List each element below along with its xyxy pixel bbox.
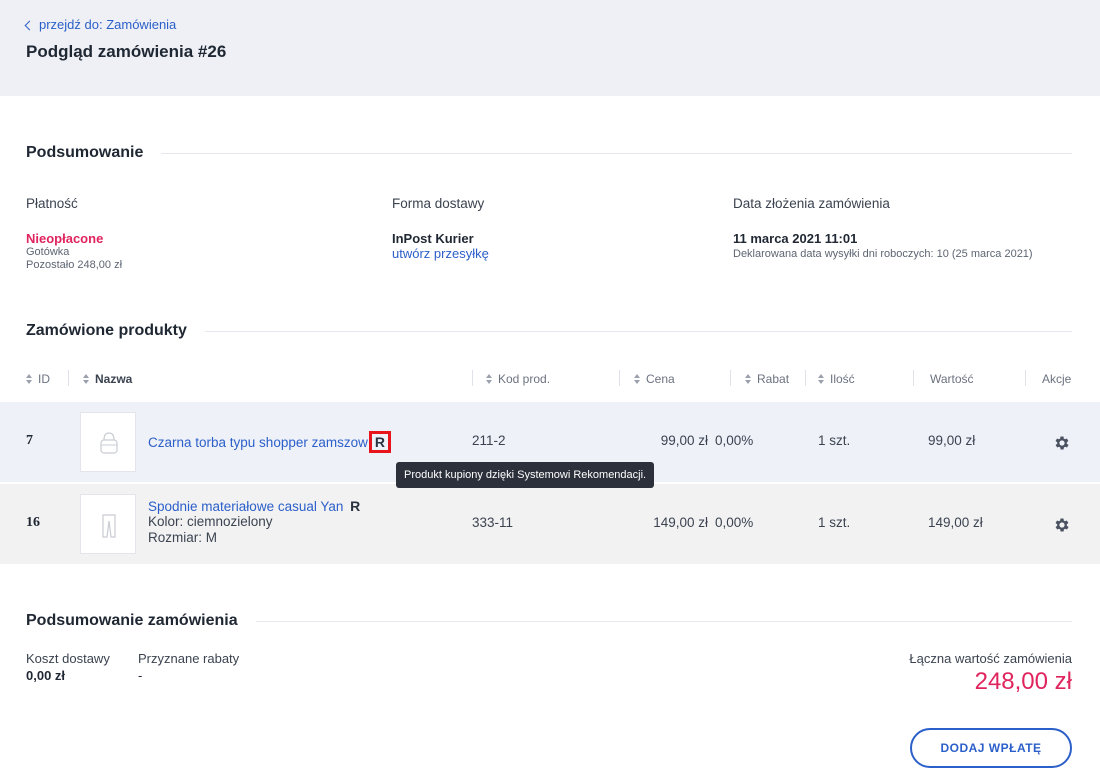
- section-divider: [161, 152, 1072, 154]
- product-id: 16: [26, 515, 40, 530]
- gear-icon[interactable]: [1053, 516, 1071, 534]
- product-thumbnail[interactable]: [80, 412, 136, 472]
- product-thumbnail[interactable]: [80, 494, 136, 554]
- page-header: przejdź do: Zamówienia Podgląd zamówieni…: [0, 0, 1100, 96]
- products-section-header: Zamówione produkty: [26, 322, 1072, 340]
- sort-icon: [634, 374, 640, 384]
- page-title: Podgląd zamówienia #26: [26, 42, 227, 61]
- product-price: 149,00 zł: [653, 515, 708, 530]
- delivery-info: Forma dostawy InPost Kurier utwórz przes…: [392, 196, 489, 261]
- total-value-label: Łączna wartość zamówienia: [909, 651, 1072, 666]
- order-date-info: Data złożenia zamówienia 11 marca 2021 1…: [733, 196, 1033, 261]
- product-code: 211-2: [472, 433, 506, 448]
- column-header-discount[interactable]: Rabat: [745, 372, 789, 386]
- trousers-icon: [102, 514, 116, 538]
- sort-icon: [818, 374, 824, 384]
- sort-icon: [26, 374, 32, 384]
- product-qty: 1 szt.: [818, 515, 851, 530]
- column-header-id[interactable]: ID: [26, 372, 50, 386]
- add-payment-button[interactable]: DODAJ WPŁATĘ: [910, 728, 1072, 768]
- product-price: 99,00 zł: [660, 433, 708, 448]
- sort-icon: [83, 374, 89, 384]
- payment-label: Płatność: [26, 196, 78, 211]
- total-value: 248,00 zł: [974, 668, 1072, 695]
- section-divider: [255, 620, 1072, 622]
- recommendation-badge[interactable]: R: [350, 498, 360, 514]
- product-value: 149,00 zł: [928, 515, 983, 530]
- product-variant-color: Kolor: ciemnozielony: [148, 514, 273, 529]
- create-shipment-link[interactable]: utwórz przesyłkę: [392, 246, 489, 261]
- column-header-price[interactable]: Cena: [634, 372, 675, 386]
- column-header-actions: Akcje: [1042, 372, 1072, 386]
- products-table-header: ID Nazwa Kod prod. Cena Rabat Ilość Wart…: [26, 366, 1072, 394]
- sort-icon: [486, 374, 492, 384]
- order-summary-title: Podsumowanie zamówienia: [26, 612, 238, 629]
- discounts-label: Przyznane rabaty: [138, 651, 240, 666]
- chevron-left-icon: [24, 20, 35, 30]
- product-discount: 0,00%: [715, 433, 754, 448]
- product-name-link[interactable]: Czarna torba typu shopper zamszow: [148, 435, 368, 450]
- order-date-label: Data złożenia zamówienia: [733, 196, 890, 211]
- sort-icon: [745, 374, 751, 384]
- payment-info: Płatność Nieopłacone Gotówka Pozostało 2…: [26, 196, 122, 272]
- order-summary-section-header: Podsumowanie zamówienia: [26, 612, 1072, 630]
- recommendation-tooltip: Produkt kupiony dzięki Systemowi Rekomen…: [396, 462, 655, 488]
- summary-title: Podsumowanie: [26, 144, 144, 161]
- delivery-carrier: InPost Kurier: [392, 231, 474, 246]
- product-variant-size: Rozmiar: M: [148, 530, 218, 545]
- discounts-value: -: [138, 668, 143, 683]
- gear-icon[interactable]: [1053, 434, 1071, 452]
- payment-method: Gotówka: [26, 246, 70, 258]
- recommendation-badge[interactable]: R: [368, 431, 391, 453]
- back-link-label: przejdź do: Zamówienia: [39, 17, 177, 32]
- column-header-code[interactable]: Kod prod.: [486, 372, 550, 386]
- column-header-value: Wartość: [930, 372, 974, 386]
- summary-section-header: Podsumowanie: [26, 144, 1072, 162]
- declared-shipping-date: Deklarowana data wysyłki dni roboczych: …: [733, 248, 1033, 260]
- payment-remaining: Pozostało 248,00 zł: [26, 259, 123, 271]
- products-title: Zamówione produkty: [26, 322, 187, 339]
- product-code: 333-11: [472, 515, 514, 530]
- table-row: 16 Spodnie materiałowe casual Yan R Kolo…: [0, 484, 1100, 564]
- product-discount: 0,00%: [715, 515, 754, 530]
- delivery-label: Forma dostawy: [392, 196, 485, 211]
- column-header-qty[interactable]: Ilość: [818, 372, 855, 386]
- shipping-cost-label: Koszt dostawy: [26, 651, 110, 666]
- bag-icon: [100, 432, 118, 454]
- product-name-link[interactable]: Spodnie materiałowe casual Yan: [148, 499, 343, 514]
- product-value: 99,00 zł: [928, 433, 976, 448]
- product-qty: 1 szt.: [818, 433, 851, 448]
- product-id: 7: [26, 433, 33, 448]
- order-date-value: 11 marca 2021 11:01: [733, 231, 858, 246]
- section-divider: [204, 330, 1072, 332]
- shipping-cost-value: 0,00 zł: [26, 668, 66, 683]
- column-header-name[interactable]: Nazwa: [83, 372, 132, 386]
- payment-status: Nieopłacone: [26, 231, 104, 246]
- back-to-orders-link[interactable]: przejdź do: Zamówienia: [24, 17, 177, 32]
